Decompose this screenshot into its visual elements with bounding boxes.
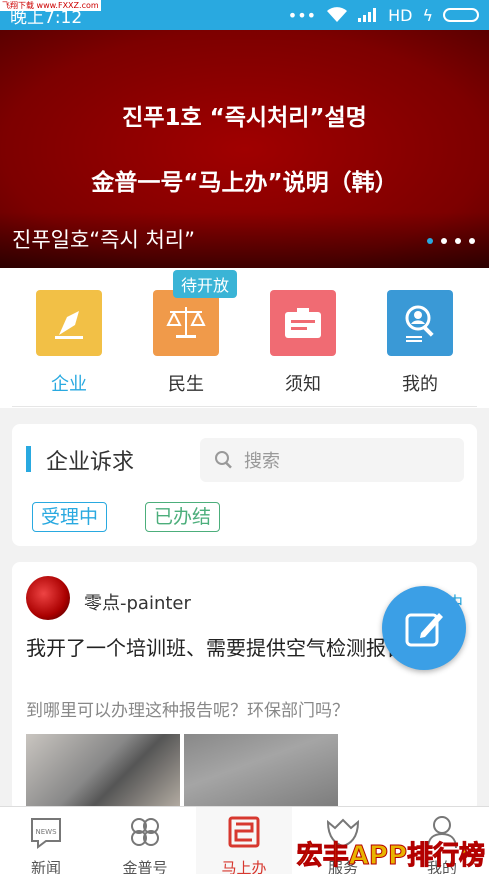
banner-line-2: 金普一号“马上办”说明（韩） [91,170,398,196]
notice-card-icon [270,290,336,356]
seal-icon [228,816,260,848]
search-placeholder: 搜索 [244,451,280,472]
carousel-dot[interactable] [469,238,475,244]
battery-icon [443,8,479,22]
search-input[interactable]: 搜索 [200,438,464,482]
post-photo[interactable] [26,734,180,812]
profile-search-icon [387,290,453,356]
section-accent [26,446,31,472]
category-mine[interactable]: 我的 [380,290,460,396]
nav-immediate[interactable]: 马上办 [204,813,284,874]
carousel-dot[interactable] [455,238,461,244]
pen-icon [36,290,102,356]
svg-text:NEWS: NEWS [35,828,57,836]
nav-label: 新闻 [30,859,61,874]
category-label: 须知 [285,374,321,395]
watermark-top: 飞翔下载 www.FXXZ.com [0,0,101,11]
nav-jinpu[interactable]: 金普号 [105,813,185,874]
edit-icon [405,613,443,647]
requests-card: 企业诉求 搜索 受理中 已办结 [12,424,477,546]
carousel-dot[interactable] [441,238,447,244]
network-type: HD [388,5,413,25]
more-dots-icon: ••• [287,5,317,25]
category-notice[interactable]: 须知 [263,290,343,396]
tab-completed[interactable]: 已办结 [145,502,221,532]
category-label: 企业 [51,374,87,395]
category-label: 我的 [402,374,438,395]
watermark-bottom: 宏丰APP排行榜 [296,841,485,872]
nav-label: 金普号 [122,859,168,874]
nav-label: 马上办 [221,859,267,874]
banner-caption: 진푸일호“즉시 처리” [12,228,195,252]
avatar[interactable] [26,576,70,620]
pending-badge: 待开放 [173,270,238,298]
section-title: 企业诉求 [46,450,135,475]
tab-processing[interactable]: 受理中 [32,502,108,532]
carousel-dot[interactable] [427,238,433,244]
news-icon: NEWS [31,818,61,849]
carousel-indicator [427,238,475,244]
category-enterprise[interactable]: 企业 [29,290,109,396]
compose-button[interactable] [382,586,466,670]
wifi-icon [327,7,348,22]
signal-icon [358,8,377,22]
post-author: 零点-painter [84,593,191,614]
nav-news[interactable]: NEWS 新闻 [6,813,86,874]
category-grid: 企业 民生 须知 我的 [0,268,489,408]
divider [12,406,477,407]
category-label: 民生 [168,374,204,395]
post-photo[interactable] [184,734,338,812]
category-livelihood[interactable]: 民生 [146,290,226,396]
scales-icon [153,290,219,356]
banner-line-1: 진푸1호 “즉시처리”설명 [122,105,367,131]
search-icon [215,451,232,469]
clover-icon [131,818,159,846]
banner-carousel[interactable]: 진푸1호 “즉시처리”설명 金普一号“马上办”说明（韩） 진푸일호“즉시 처리” [0,30,489,268]
post-description: 到哪里可以办理这种报告呢？环保部门吗？ [26,701,349,721]
charging-icon: ϟ [422,5,433,25]
